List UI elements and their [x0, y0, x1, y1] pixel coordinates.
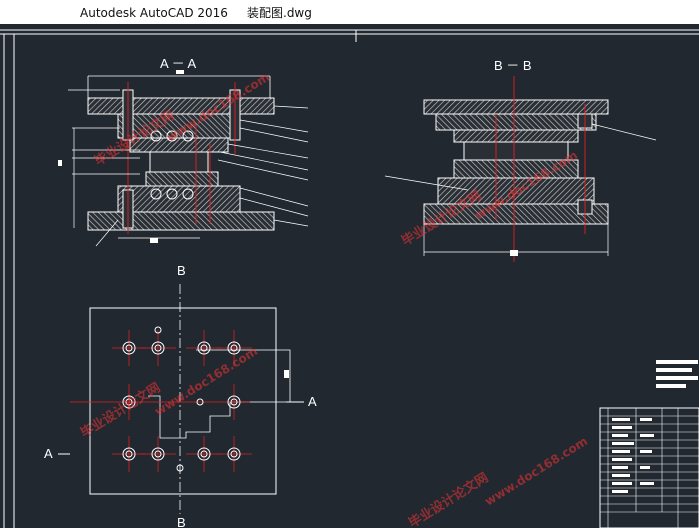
section-aa-label: A － A: [160, 56, 196, 71]
window-title: Autodesk AutoCAD 2016 装配图.dwg: [80, 4, 312, 21]
plan-marker-a-right: A: [308, 394, 317, 409]
title-bar: Autodesk AutoCAD 2016 装配图.dwg: [0, 0, 699, 24]
app-name: Autodesk AutoCAD 2016: [80, 6, 228, 20]
watermark-url-4: www.doc168.com: [482, 434, 590, 509]
section-bb-label: B － B: [494, 58, 532, 73]
title-block[interactable]: [599, 360, 699, 528]
plan-marker-a-left: A: [44, 446, 53, 461]
drawing-canvas[interactable]: A － A B － B B B A A 毕业设计论文网 www.doc168.c…: [0, 24, 699, 528]
watermark-brand-4: 毕业设计论文网: [406, 470, 492, 528]
plan-marker-b-top: B: [177, 263, 186, 278]
section-aa-view[interactable]: A － A: [58, 56, 309, 247]
watermark-url-3: www.doc168.com: [152, 344, 260, 419]
file-name: 装配图.dwg: [247, 6, 312, 20]
drawing-svg: A － A B － B B B A A 毕业设计论文网 www.doc168.c…: [0, 29, 699, 528]
plan-marker-b-bottom: B: [177, 515, 186, 528]
